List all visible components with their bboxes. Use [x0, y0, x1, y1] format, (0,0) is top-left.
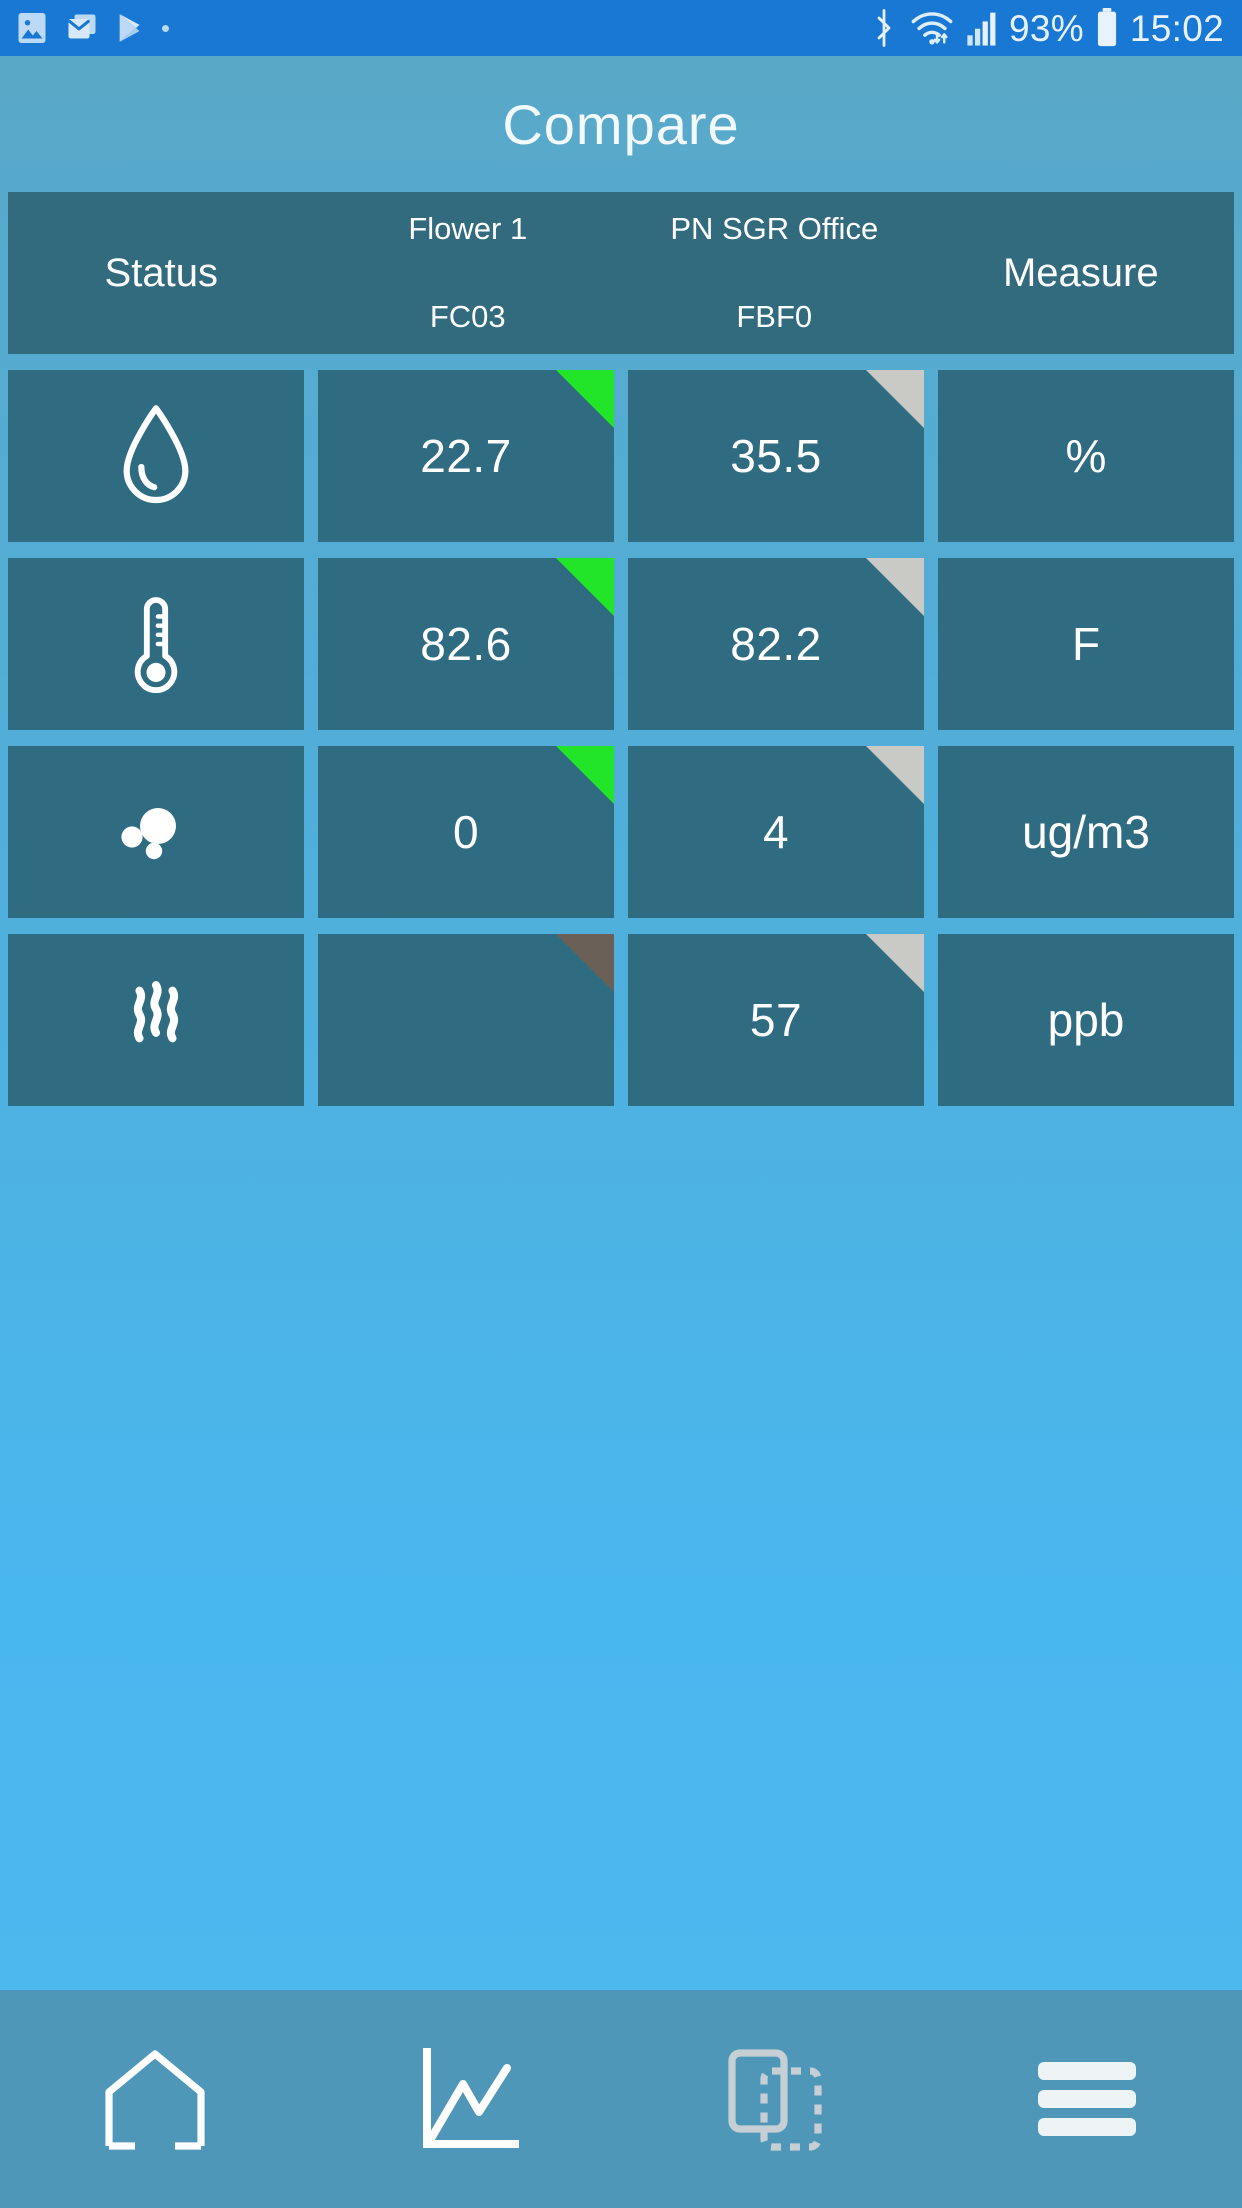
email-icon [64, 10, 100, 46]
page-title-bar: Compare [0, 56, 1242, 192]
water-drop-icon [108, 401, 204, 511]
unit-label: % [1065, 430, 1107, 482]
device-2-code: FBF0 [736, 299, 813, 334]
unit-cell-humidity: % [938, 370, 1234, 542]
status-corner-marker [556, 934, 614, 992]
nav-item-home[interactable] [0, 1990, 311, 2208]
value-cell-device1-temperature[interactable]: 82.6 [318, 558, 614, 730]
unit-label: ug/m3 [1022, 806, 1150, 858]
status-bar-right-icons: 93% 15:02 [869, 7, 1224, 49]
value-label: 22.7 [420, 430, 512, 482]
value-label: 57 [749, 994, 803, 1046]
compare-table: Status Flower 1 FC03 PN SGR Office FBF0 … [0, 192, 1242, 1106]
value-cell-device2-particulates[interactable]: 4 [628, 746, 924, 918]
status-cell-humidity[interactable] [8, 370, 304, 542]
device-1-code: FC03 [429, 299, 506, 334]
bluetooth-icon [869, 7, 899, 49]
unit-cell-particulates: ug/m3 [938, 746, 1234, 918]
cellular-signal-icon [965, 9, 999, 47]
value-label: 4 [762, 806, 790, 858]
line-chart-icon [411, 2046, 521, 2152]
column-header-device-2[interactable]: PN SGR Office FBF0 [621, 192, 928, 354]
table-row: 82.6 82.2 F [8, 558, 1234, 730]
home-icon [97, 2046, 213, 2152]
status-cell-temperature[interactable] [8, 558, 304, 730]
battery-icon [1094, 8, 1120, 48]
status-bar: 93% 15:02 [0, 0, 1242, 56]
status-corner-marker [866, 934, 924, 992]
value-label: 0 [452, 806, 480, 858]
status-corner-marker [866, 370, 924, 428]
clock-label: 15:02 [1129, 7, 1224, 49]
value-cell-device2-voc[interactable]: 57 [628, 934, 924, 1106]
status-corner-marker [866, 558, 924, 616]
column-header-status-label: Status [104, 250, 218, 295]
nav-item-menu[interactable] [932, 1990, 1242, 2208]
status-corner-marker [866, 746, 924, 804]
particles-icon [108, 777, 204, 887]
value-cell-device1-particulates[interactable]: 0 [318, 746, 614, 918]
small-dot-icon [162, 24, 169, 32]
column-header-device-1[interactable]: Flower 1 FC03 [315, 192, 622, 354]
column-header-measure: Measure [928, 192, 1235, 354]
page-title: Compare [502, 92, 740, 156]
screenshot-image-icon [14, 10, 50, 46]
value-label: 35.5 [730, 430, 822, 482]
table-header-row: Status Flower 1 FC03 PN SGR Office FBF0 … [8, 192, 1234, 354]
compare-icon [720, 2045, 832, 2153]
unit-cell-voc: ppb [938, 934, 1234, 1106]
play-store-icon [114, 11, 148, 45]
table-row: 57 ppb [8, 934, 1234, 1106]
device-1-name: Flower 1 [408, 211, 528, 246]
value-label: 82.2 [730, 618, 822, 670]
thermometer-icon [108, 589, 204, 699]
unit-label: ppb [1047, 994, 1125, 1046]
status-corner-marker [556, 746, 614, 804]
battery-percent-label: 93% [1008, 7, 1084, 49]
unit-label: F [1071, 618, 1101, 670]
column-header-measure-label: Measure [1002, 250, 1159, 295]
hamburger-menu-icon [1034, 2056, 1140, 2142]
nav-item-chart[interactable] [311, 1990, 622, 2208]
table-row: 22.7 35.5 % [8, 370, 1234, 542]
value-cell-device2-temperature[interactable]: 82.2 [628, 558, 924, 730]
value-label: 82.6 [420, 618, 512, 670]
value-cell-device2-humidity[interactable]: 35.5 [628, 370, 924, 542]
gas-waves-icon [108, 965, 204, 1075]
table-row: 0 4 ug/m3 [8, 746, 1234, 918]
status-corner-marker [556, 558, 614, 616]
wifi-icon [909, 7, 955, 49]
status-bar-left-icons [14, 10, 169, 46]
bottom-navigation-bar [0, 1990, 1242, 2208]
status-cell-particulates[interactable] [8, 746, 304, 918]
nav-item-compare[interactable] [621, 1990, 932, 2208]
status-corner-marker [556, 370, 614, 428]
column-header-status: Status [8, 192, 315, 354]
value-cell-device1-humidity[interactable]: 22.7 [318, 370, 614, 542]
unit-cell-temperature: F [938, 558, 1234, 730]
status-cell-voc[interactable] [8, 934, 304, 1106]
value-cell-device1-voc[interactable] [318, 934, 614, 1106]
device-2-name: PN SGR Office [670, 211, 879, 246]
